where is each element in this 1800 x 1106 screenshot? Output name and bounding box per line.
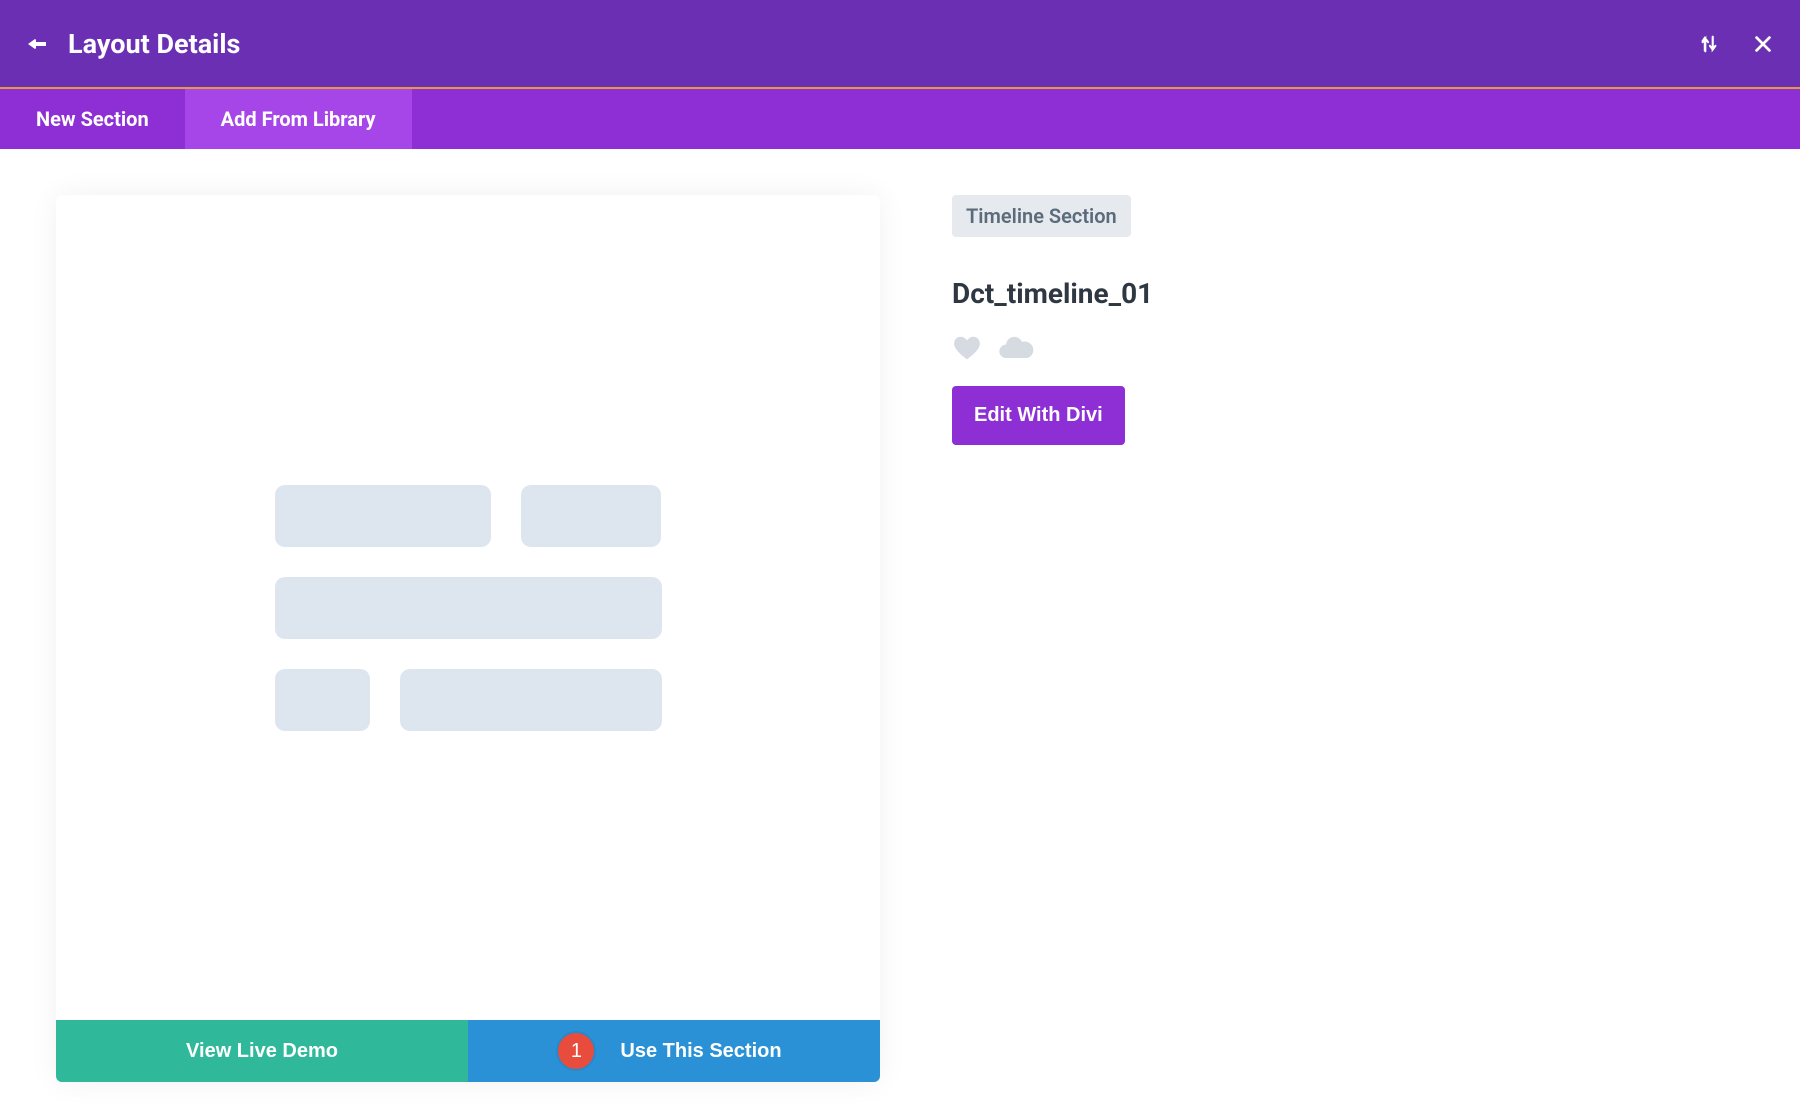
header-bar: Layout Details bbox=[0, 0, 1800, 87]
placeholder-block bbox=[521, 485, 661, 547]
step-badge: 1 bbox=[558, 1033, 594, 1069]
content-area: View Live Demo 1 Use This Section Timeli… bbox=[0, 149, 1800, 1082]
cloud-icon[interactable] bbox=[996, 328, 1036, 368]
placeholder-row bbox=[275, 669, 662, 731]
loading-placeholder bbox=[275, 485, 662, 731]
use-this-section-label: Use This Section bbox=[620, 1040, 781, 1063]
tabs-bar: New Section Add From Library bbox=[0, 89, 1800, 149]
tab-new-section[interactable]: New Section bbox=[0, 89, 185, 149]
heart-icon[interactable] bbox=[952, 333, 982, 363]
placeholder-block bbox=[275, 669, 370, 731]
layout-details: Timeline Section Dct_timeline_01 Edit Wi… bbox=[952, 195, 1153, 1082]
category-tag[interactable]: Timeline Section bbox=[952, 195, 1131, 237]
placeholder-block bbox=[275, 577, 662, 639]
edit-with-divi-button[interactable]: Edit With Divi bbox=[952, 386, 1125, 445]
header-right bbox=[1698, 33, 1774, 55]
preview-footer: View Live Demo 1 Use This Section bbox=[56, 1020, 880, 1082]
use-this-section-button[interactable]: 1 Use This Section bbox=[468, 1020, 880, 1082]
placeholder-block bbox=[400, 669, 662, 731]
page-title: Layout Details bbox=[68, 28, 240, 60]
placeholder-block bbox=[275, 485, 491, 547]
close-icon[interactable] bbox=[1752, 33, 1774, 55]
layout-name: Dct_timeline_01 bbox=[952, 277, 1153, 310]
back-arrow-icon[interactable] bbox=[26, 32, 50, 56]
placeholder-row bbox=[275, 485, 662, 547]
meta-icons bbox=[952, 328, 1153, 368]
sort-icon[interactable] bbox=[1698, 33, 1720, 55]
layout-preview-card: View Live Demo 1 Use This Section bbox=[56, 195, 880, 1082]
header-left: Layout Details bbox=[26, 28, 240, 60]
preview-body bbox=[56, 195, 880, 1020]
view-live-demo-button[interactable]: View Live Demo bbox=[56, 1020, 468, 1082]
tab-add-from-library[interactable]: Add From Library bbox=[185, 89, 412, 149]
